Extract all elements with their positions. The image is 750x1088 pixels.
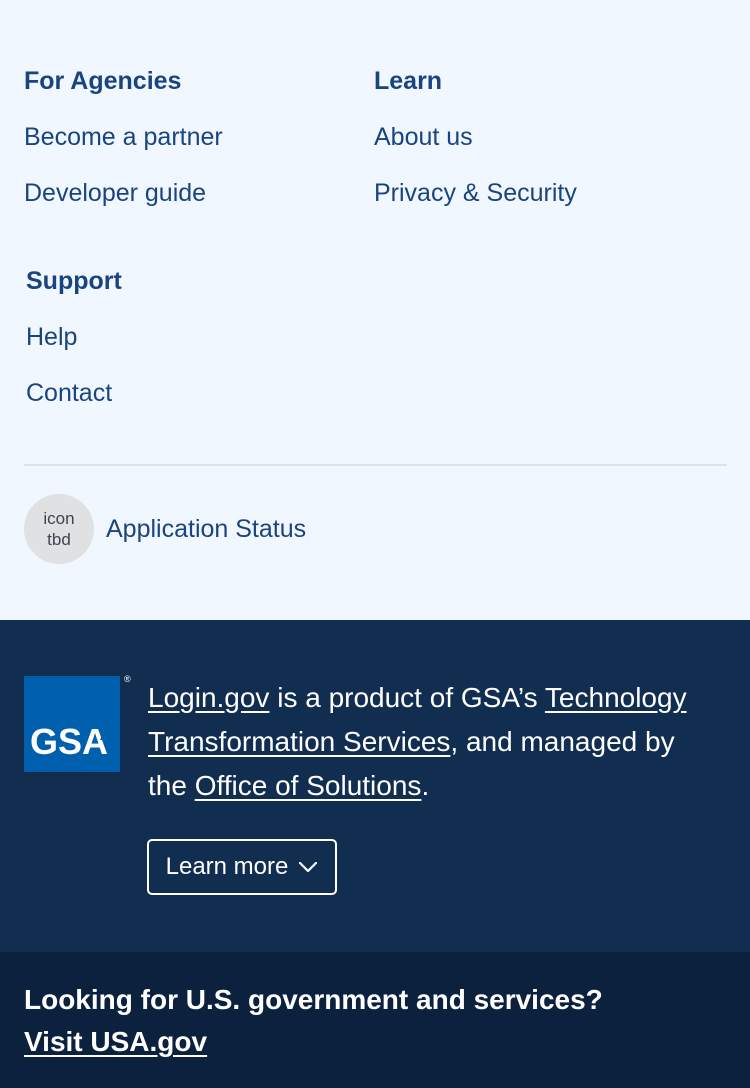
contact-link[interactable]: Contact [26, 381, 112, 406]
footer-links-section: For Agencies Become a partner Developer … [0, 0, 750, 620]
visit-usa-gov-link[interactable]: Visit USA.gov [24, 1028, 207, 1056]
login-gov-link[interactable]: Login.gov [148, 682, 269, 713]
application-status-link[interactable]: Application Status [106, 517, 306, 542]
learn-more-button[interactable]: Learn more [147, 839, 337, 895]
support-heading: Support [26, 267, 122, 295]
gsa-logo: GSA ® [24, 674, 131, 772]
gsa-description: Login.gov is a product of GSA’s Technolo… [148, 676, 718, 808]
registered-mark: ® [124, 674, 131, 684]
icon-placeholder-line2: tbd [47, 530, 71, 549]
icon-placeholder-line1: icon [43, 509, 75, 528]
learn-more-label: Learn more [165, 853, 289, 880]
learn-heading: Learn [374, 67, 443, 95]
about-us-link[interactable]: About us [374, 125, 473, 150]
gsa-logo-text: GSA [30, 721, 108, 762]
chevron-down-icon [299, 861, 318, 873]
office-of-solutions-link[interactable]: Office of Solutions [195, 770, 422, 801]
help-link[interactable]: Help [26, 325, 77, 350]
gsa-section: GSA ® Login.gov is a product of GSA’s Te… [0, 620, 750, 952]
gsa-text-part1: is a product of GSA’s [269, 682, 545, 713]
usa-gov-question: Looking for U.S. government and services… [24, 984, 603, 1015]
developer-guide-link[interactable]: Developer guide [24, 181, 206, 206]
usa-gov-section: Looking for U.S. government and services… [0, 952, 750, 1088]
footer-divider [24, 464, 727, 466]
status-placeholder-icon: icon tbd [24, 494, 94, 564]
become-partner-link[interactable]: Become a partner [24, 125, 223, 150]
agencies-heading: For Agencies [24, 67, 182, 95]
gsa-text-part3: . [421, 770, 430, 801]
privacy-security-link[interactable]: Privacy & Security [374, 181, 577, 206]
gsa-logo-icon: GSA [30, 721, 112, 762]
